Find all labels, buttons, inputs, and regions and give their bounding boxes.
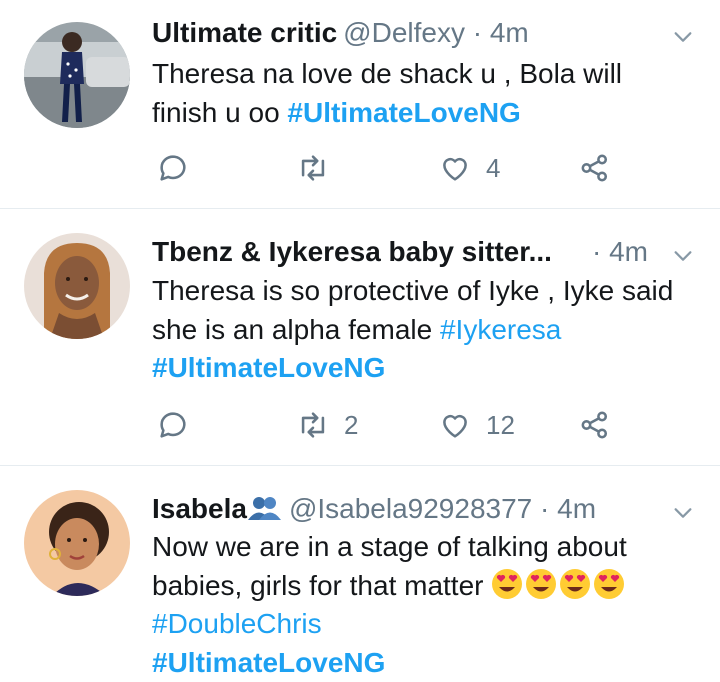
user-handle: @Isabela92928377 xyxy=(288,493,533,524)
heart-eyes-emoji xyxy=(492,568,523,599)
display-name[interactable]: Ultimate critic @Delfexy · 4m xyxy=(152,16,529,50)
avatar[interactable] xyxy=(24,233,130,339)
retweet-button[interactable] xyxy=(296,148,344,188)
display-name[interactable]: Isabela @Isabela92928377 · 4m xyxy=(152,492,596,526)
chevron-down-icon[interactable] xyxy=(672,245,694,267)
like-icon xyxy=(443,157,467,181)
display-name-text: Ultimate critic xyxy=(152,17,338,48)
share-icon xyxy=(581,411,608,439)
retweet-icon xyxy=(301,155,325,181)
like-button[interactable]: 4 xyxy=(438,148,500,188)
like-count: 12 xyxy=(486,409,515,440)
hashtag-link[interactable]: #DoubleChris xyxy=(152,608,322,639)
action-bar: 4 xyxy=(152,148,632,188)
tweet-3[interactable]: Isabela @Isabela92928377 · 4m Now we are … xyxy=(0,466,720,681)
tweet-1[interactable]: Ultimate critic @Delfexy · 4m Theresa na … xyxy=(0,0,720,208)
reply-button[interactable] xyxy=(156,148,204,188)
reply-button[interactable] xyxy=(156,405,204,445)
retweet-count: 2 xyxy=(344,409,359,440)
reply-icon xyxy=(160,412,186,438)
reply-icon xyxy=(160,155,186,181)
people-icon xyxy=(247,497,281,520)
emoji-group xyxy=(491,568,627,601)
like-button[interactable]: 12 xyxy=(438,405,515,445)
chevron-down-icon[interactable] xyxy=(672,26,694,48)
hashtag-link[interactable]: #UltimateLoveNG xyxy=(152,352,385,383)
heart-eyes-emoji xyxy=(560,568,591,599)
tweet-text: Now we are in a stage of talking about b… xyxy=(152,528,692,682)
avatar[interactable] xyxy=(24,490,130,596)
retweet-button[interactable]: 2 xyxy=(296,405,358,445)
action-bar: 2 12 xyxy=(152,405,632,445)
tweet-text: Theresa na love de shack u , Bola will f… xyxy=(152,55,692,132)
user-handle: @Delfexy xyxy=(343,17,465,48)
chevron-down-icon[interactable] xyxy=(672,502,694,524)
hashtag-link[interactable]: #Iykeresa xyxy=(440,314,561,345)
timestamp: · 4m xyxy=(592,236,648,267)
share-button[interactable] xyxy=(578,148,612,188)
tweet-2[interactable]: Tbenz & Iykeresa baby sitter... · 4m The… xyxy=(0,209,720,465)
tweet-text-body: Theresa is so protective of Iyke , Iyke … xyxy=(152,275,674,345)
timestamp: · 4m xyxy=(540,493,597,524)
share-icon xyxy=(581,154,608,182)
display-name-text: Isabela xyxy=(152,493,247,524)
heart-eyes-emoji xyxy=(526,568,557,599)
heart-eyes-emoji xyxy=(594,568,625,599)
like-icon xyxy=(443,414,467,438)
timestamp: · 4m xyxy=(472,17,529,48)
tweet-text: Theresa is so protective of Iyke , Iyke … xyxy=(152,272,692,388)
display-name[interactable]: Tbenz & Iykeresa baby sitter... xyxy=(152,235,552,269)
retweet-icon xyxy=(301,412,325,438)
hashtag-link[interactable]: #UltimateLoveNG xyxy=(287,97,520,128)
display-name-text: Tbenz & Iykeresa baby sitter... xyxy=(152,236,552,267)
avatar[interactable] xyxy=(24,22,130,128)
share-button[interactable] xyxy=(578,405,612,445)
hashtag-link[interactable]: #UltimateLoveNG xyxy=(152,647,385,678)
like-count: 4 xyxy=(486,152,501,183)
